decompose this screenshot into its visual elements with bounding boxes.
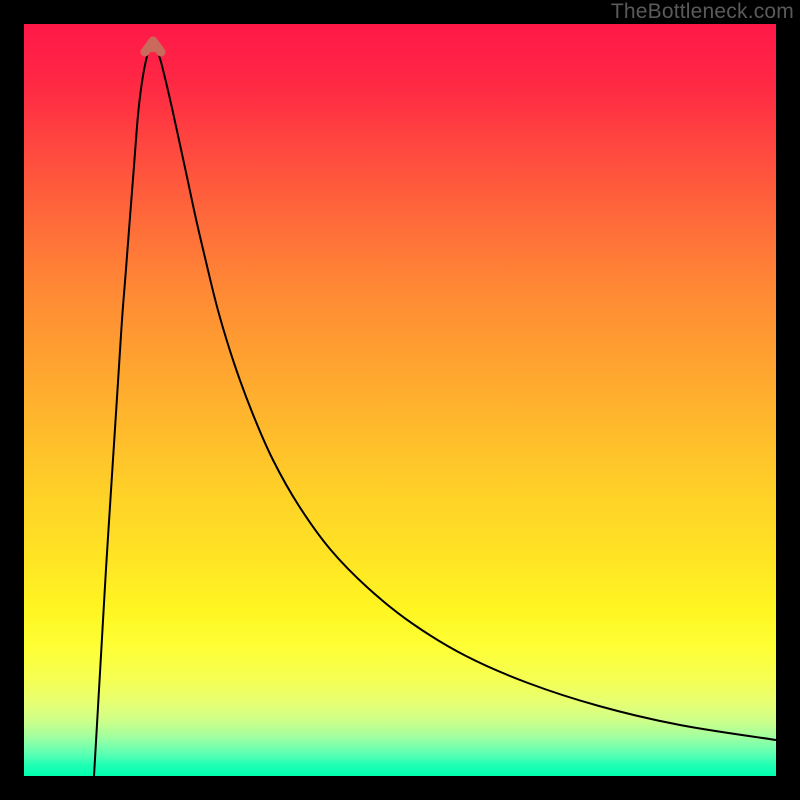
chart-frame: TheBottleneck.com — [0, 0, 800, 800]
plot-area — [24, 24, 776, 776]
curve-right-branch — [157, 49, 776, 740]
curve-left-branch — [94, 49, 149, 776]
curve-valley-notch — [145, 41, 161, 52]
watermark-text: TheBottleneck.com — [611, 0, 794, 24]
chart-svg — [24, 24, 776, 776]
